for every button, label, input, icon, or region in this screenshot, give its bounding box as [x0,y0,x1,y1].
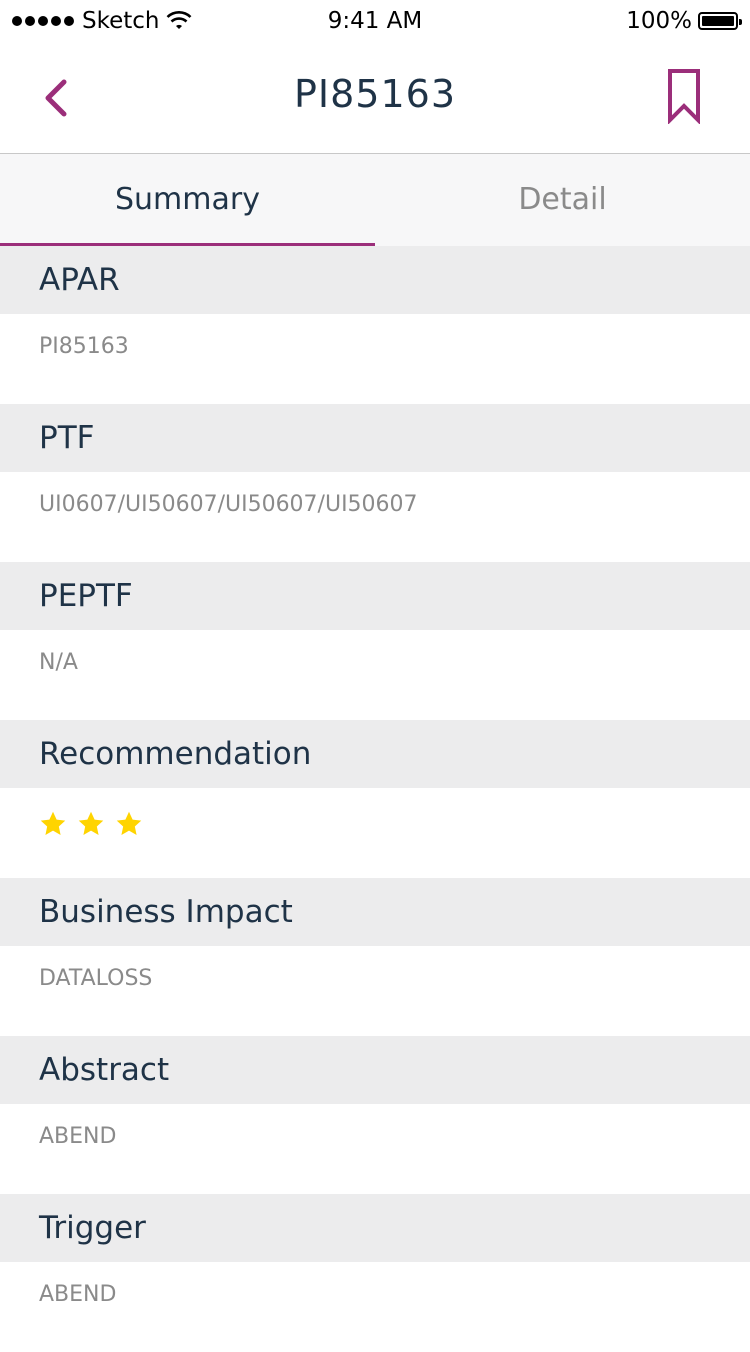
section-value: UI0607/UI50607/UI50607/UI50607 [0,472,750,562]
section-heading: Business Impact [0,878,750,946]
section-value: PI85163 [0,314,750,404]
section-value: DATALOSS [0,946,750,1036]
section-ptf: PTF UI0607/UI50607/UI50607/UI50607 [0,404,750,562]
page-title: PI85163 [293,72,456,116]
section-value [0,788,750,878]
bookmark-icon[interactable] [666,68,702,124]
section-heading: Recommendation [0,720,750,788]
section-heading: Abstract [0,1036,750,1104]
section-recommendation: Recommendation [0,720,750,878]
section-heading: PTF [0,404,750,472]
status-right: 100% [626,8,742,34]
section-value: ABEND [0,1104,750,1194]
section-business-impact: Business Impact DATALOSS [0,878,750,1036]
section-peptf: PEPTF N/A [0,562,750,720]
section-heading: PEPTF [0,562,750,630]
star-icon [40,811,66,835]
star-rating [39,808,143,838]
star-icon [116,811,142,835]
section-trigger: Trigger ABEND [0,1194,750,1352]
section-abstract: Abstract ABEND [0,1036,750,1194]
section-heading: APAR [0,246,750,314]
battery-level [702,16,734,26]
tab-detail[interactable]: Detail [375,154,750,246]
tab-summary[interactable]: Summary [0,154,375,246]
section-value: N/A [0,630,750,720]
battery-percent: 100% [626,8,692,34]
battery-icon [698,12,742,30]
section-apar: APAR PI85163 [0,246,750,404]
tab-bar: Summary Detail [0,154,750,246]
status-bar: Sketch 9:41 AM 100% [0,0,750,44]
star-icon [78,811,104,835]
section-value: ABEND [0,1262,750,1352]
section-heading: Trigger [0,1194,750,1262]
nav-bar: PI85163 [0,44,750,154]
